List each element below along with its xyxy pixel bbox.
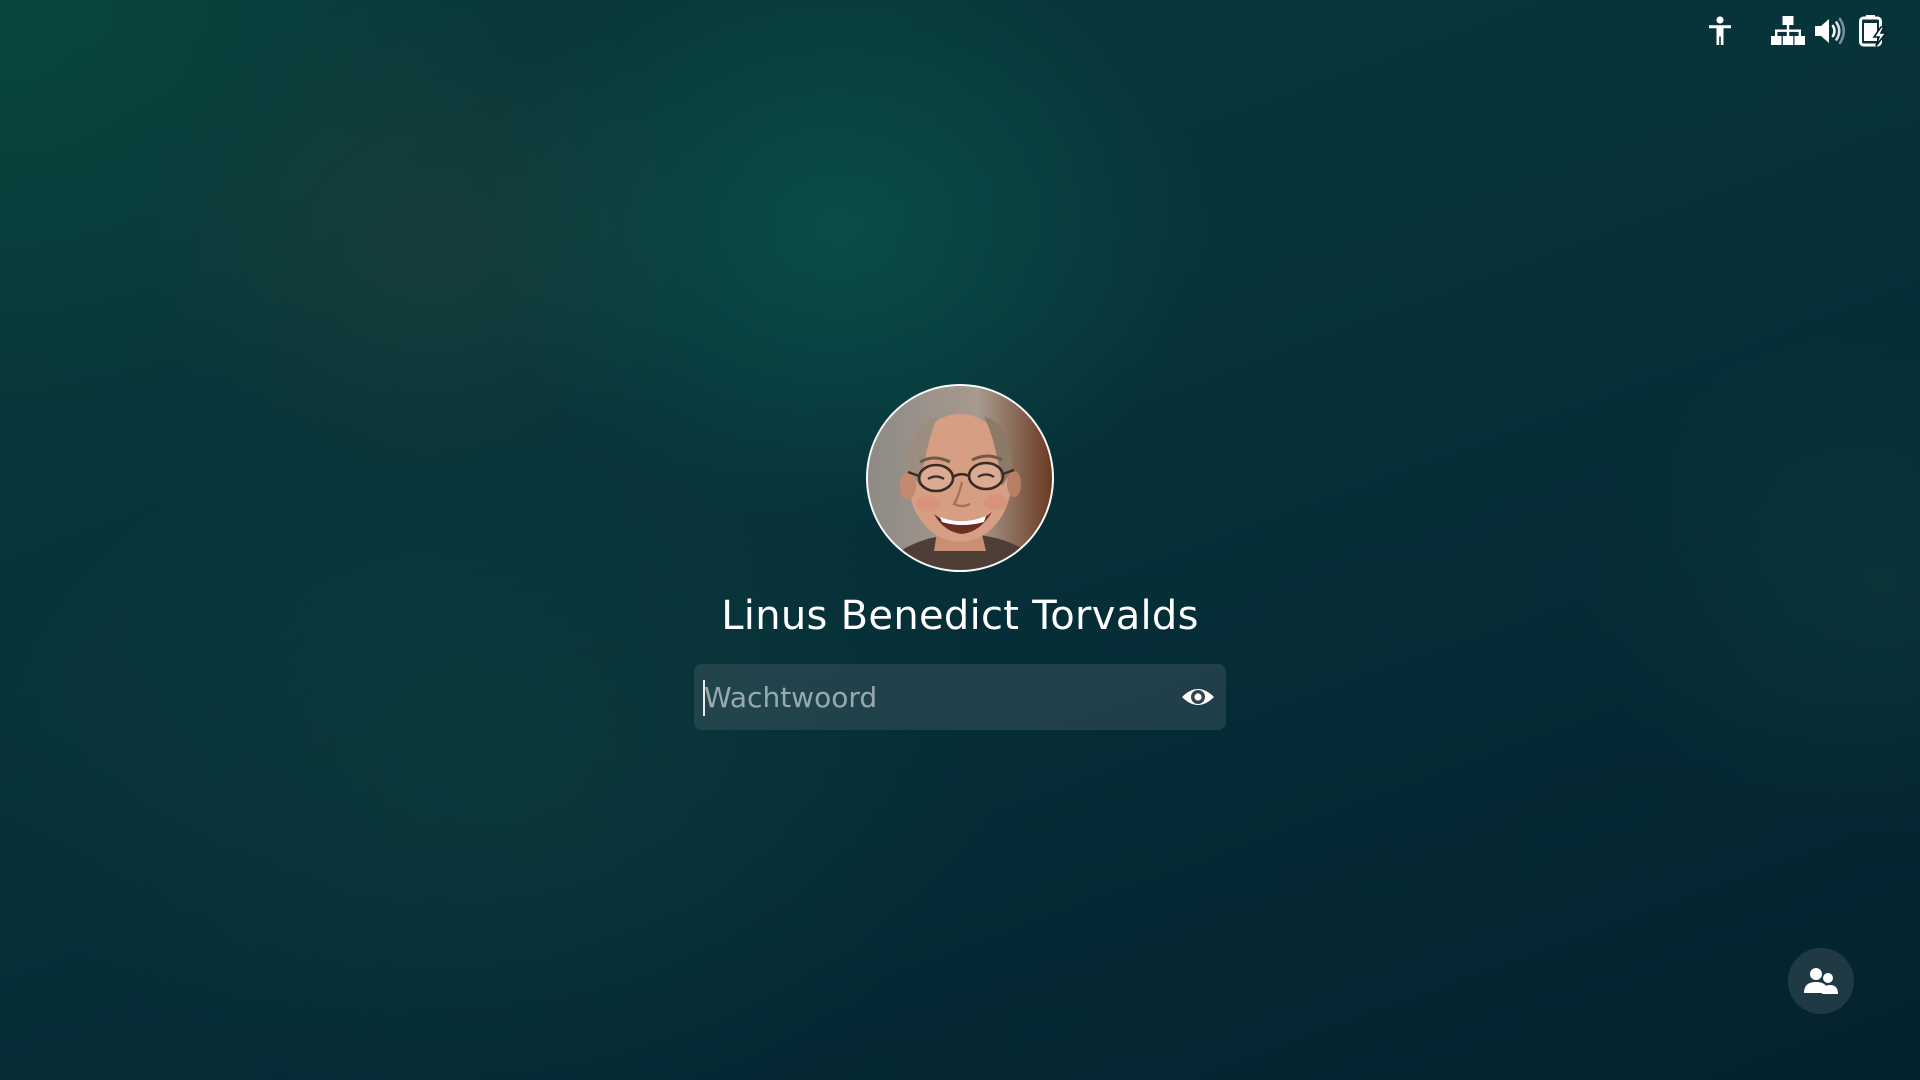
system-status-bar — [1660, 0, 1920, 64]
password-field-container — [694, 664, 1226, 730]
network-wired-icon[interactable] — [1771, 14, 1805, 48]
battery-charging-icon[interactable] — [1857, 14, 1891, 48]
users-icon — [1804, 968, 1838, 994]
accessibility-icon[interactable] — [1703, 14, 1737, 48]
password-input[interactable] — [702, 664, 1144, 730]
user-avatar[interactable] — [866, 384, 1054, 572]
switch-user-button[interactable] — [1788, 948, 1854, 1014]
login-panel: Linus Benedict Torvalds — [0, 384, 1920, 730]
eye-icon[interactable] — [1178, 677, 1218, 717]
text-cursor — [703, 680, 705, 716]
volume-high-icon[interactable] — [1813, 14, 1847, 48]
user-name: Linus Benedict Torvalds — [721, 593, 1199, 639]
